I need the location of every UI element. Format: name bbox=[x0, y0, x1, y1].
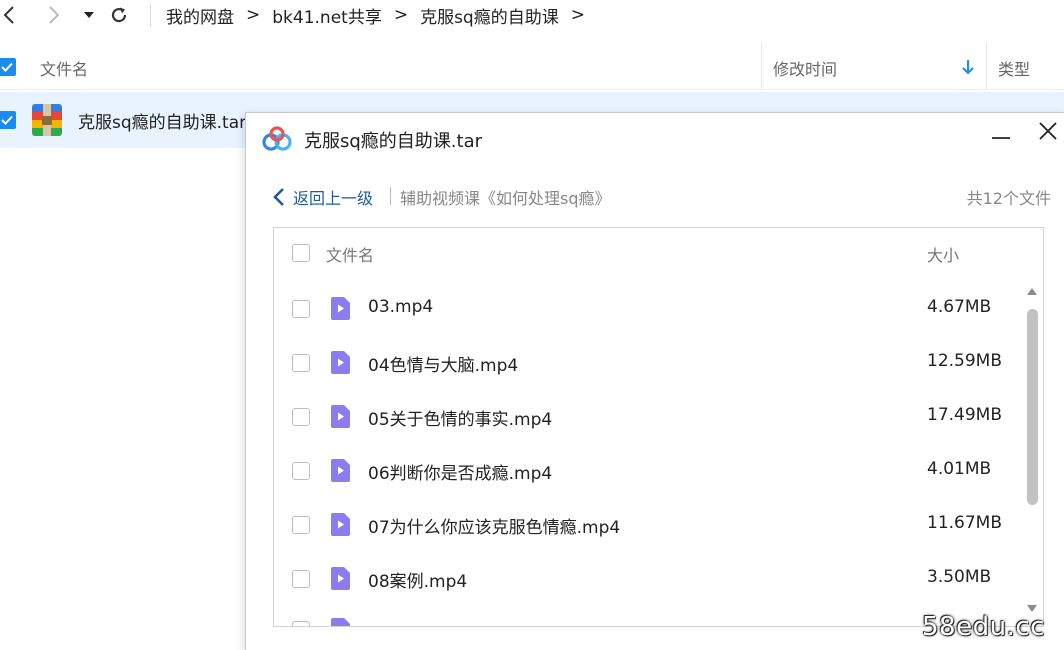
file-size: 4.01MB bbox=[927, 459, 992, 479]
file-size: 17.49MB bbox=[927, 405, 1002, 425]
archive-list-header: 文件名 大小 bbox=[274, 228, 1043, 278]
list-item[interactable]: 06判断你是否成瘾.mp4 4.01MB bbox=[274, 444, 1024, 498]
breadcrumb-item[interactable]: bk41.net共享 bbox=[272, 3, 382, 28]
list-item[interactable]: 07为什么你应该克服色情瘾.mp4 11.67MB bbox=[274, 498, 1024, 552]
row-checkbox[interactable] bbox=[292, 462, 310, 480]
nav-divider bbox=[150, 3, 151, 27]
file-size: 11.67MB bbox=[927, 513, 1002, 533]
breadcrumb-separator: > bbox=[393, 5, 409, 25]
breadcrumb: 我的网盘 > bk41.net共享 > 克服sq瘾的自助课 > bbox=[166, 3, 597, 28]
refresh-icon[interactable] bbox=[107, 3, 131, 27]
video-file-icon bbox=[331, 405, 350, 428]
row-checkbox[interactable] bbox=[292, 516, 310, 534]
list-item[interactable]: 04色情与大脑.mp4 12.59MB bbox=[274, 336, 1024, 390]
list-item[interactable]: 03.mp4 4.67MB bbox=[274, 282, 1024, 336]
row-checkbox[interactable] bbox=[292, 621, 310, 626]
select-all-checkbox[interactable] bbox=[0, 58, 16, 76]
row-checkbox[interactable] bbox=[292, 300, 310, 318]
minimize-icon[interactable] bbox=[990, 127, 1012, 149]
file-name: 04色情与大脑.mp4 bbox=[368, 356, 519, 376]
chevron-right-icon[interactable] bbox=[42, 3, 66, 27]
archive-icon bbox=[32, 104, 62, 136]
column-header-modified[interactable]: 修改时间 bbox=[773, 56, 837, 80]
breadcrumb-separator: > bbox=[246, 5, 261, 25]
scroll-thumb[interactable] bbox=[1027, 309, 1038, 505]
watermark: 58edu.cc bbox=[922, 612, 1045, 642]
file-name[interactable]: 克服sq瘾的自助课.tar bbox=[78, 108, 246, 133]
breadcrumb-item[interactable]: 我的网盘 bbox=[166, 3, 234, 28]
file-name: 07为什么你应该克服色情瘾.mp4 bbox=[368, 518, 621, 538]
scroll-down-icon[interactable] bbox=[1027, 605, 1037, 612]
list-item[interactable] bbox=[274, 606, 1024, 626]
file-count: 共12个文件 bbox=[966, 189, 1051, 208]
file-size: 12.59MB bbox=[927, 351, 1002, 371]
breadcrumb-item[interactable]: 克服sq瘾的自助课 bbox=[420, 3, 559, 28]
list-item[interactable]: 08案例.mp4 3.50MB bbox=[274, 552, 1024, 606]
chevron-left-icon bbox=[273, 188, 284, 206]
breadcrumb-separator: > bbox=[570, 5, 585, 25]
baidu-netdisk-logo-icon bbox=[262, 126, 292, 152]
caret-down-icon[interactable] bbox=[77, 3, 101, 27]
column-header-type[interactable]: 类型 bbox=[998, 56, 1030, 80]
dialog-subbar: 返回上一级 辅助视频课《如何处理sq瘾》 共12个文件 bbox=[271, 185, 1051, 209]
video-file-icon bbox=[331, 297, 350, 320]
file-name: 03.mp4 bbox=[368, 297, 434, 317]
row-checkbox[interactable] bbox=[0, 111, 16, 129]
back-to-parent-button[interactable]: 返回上一级 bbox=[271, 185, 373, 209]
back-label: 返回上一级 bbox=[293, 189, 374, 208]
file-size: 4.67MB bbox=[927, 297, 992, 317]
video-file-icon bbox=[331, 513, 350, 536]
file-size: 3.50MB bbox=[927, 567, 992, 587]
archive-file-list: 文件名 大小 03.mp4 4.67MB 04色情与大脑.mp4 12.59MB… bbox=[273, 227, 1044, 627]
list-item[interactable]: 05关于色情的事实.mp4 17.49MB bbox=[274, 390, 1024, 444]
row-checkbox[interactable] bbox=[292, 408, 310, 426]
current-path: 辅助视频课《如何处理sq瘾》 bbox=[400, 189, 611, 208]
select-all-checkbox[interactable] bbox=[292, 244, 310, 262]
video-file-icon bbox=[331, 351, 350, 374]
close-icon[interactable] bbox=[1037, 120, 1059, 142]
column-divider[interactable] bbox=[761, 44, 762, 90]
column-header-size: 大小 bbox=[927, 246, 960, 265]
video-file-icon bbox=[331, 618, 350, 626]
path-divider bbox=[390, 187, 391, 205]
file-name: 06判断你是否成瘾.mp4 bbox=[368, 464, 553, 484]
video-file-icon bbox=[331, 459, 350, 482]
video-file-icon bbox=[331, 567, 350, 590]
arrow-down-icon[interactable] bbox=[961, 58, 975, 76]
chevron-left-icon[interactable] bbox=[0, 3, 21, 27]
file-name: 08案例.mp4 bbox=[368, 572, 468, 592]
archive-preview-dialog: 克服sq瘾的自助课.tar 返回上一级 辅助视频课《如何处理sq瘾》 共12个文… bbox=[245, 112, 1064, 650]
navigation-bar: 我的网盘 > bk41.net共享 > 克服sq瘾的自助课 > bbox=[0, 0, 1064, 32]
row-checkbox[interactable] bbox=[292, 570, 310, 588]
dialog-title: 克服sq瘾的自助课.tar bbox=[304, 131, 483, 152]
file-list-header: 文件名 修改时间 类型 bbox=[0, 44, 1064, 90]
column-divider[interactable] bbox=[986, 44, 987, 90]
row-checkbox[interactable] bbox=[292, 354, 310, 372]
column-header-name: 文件名 bbox=[326, 246, 375, 265]
column-header-name[interactable]: 文件名 bbox=[40, 56, 88, 80]
file-name: 05关于色情的事实.mp4 bbox=[368, 410, 553, 430]
scroll-up-icon[interactable] bbox=[1027, 288, 1037, 295]
